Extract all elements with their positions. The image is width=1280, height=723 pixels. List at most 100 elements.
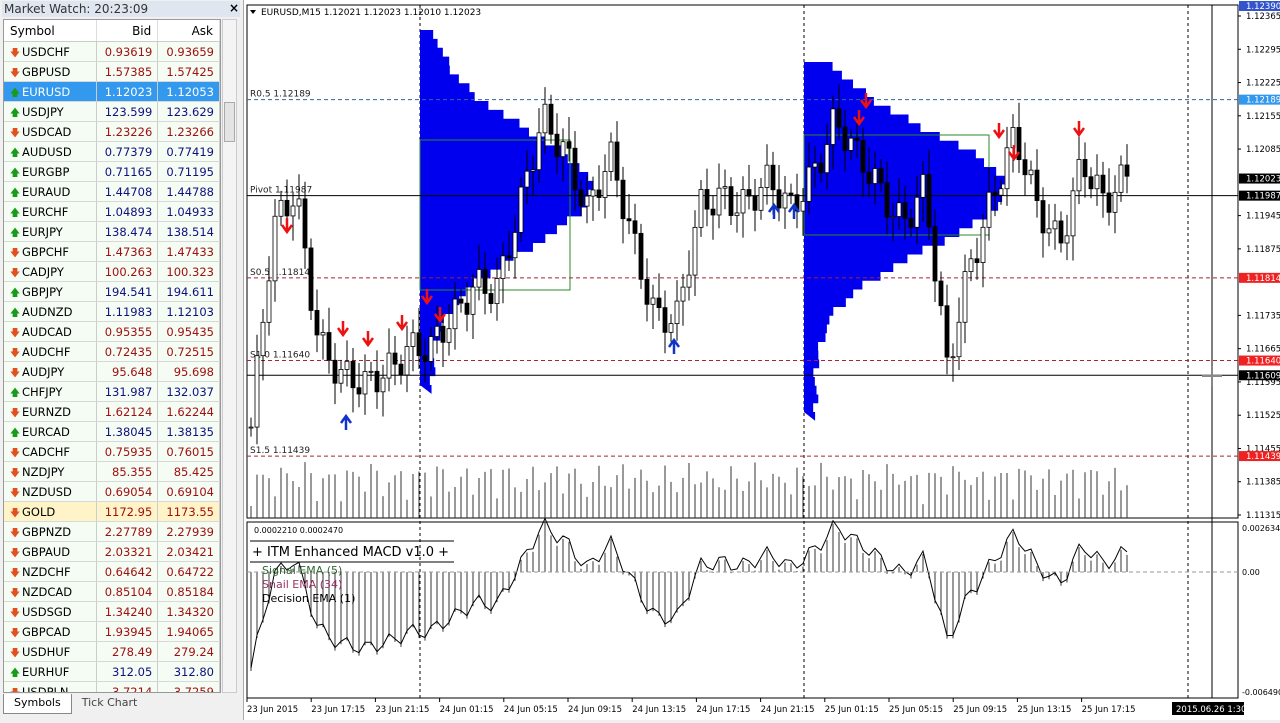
- symbol-row[interactable]: 🡇 GBPCAD 1.93945 1.94065: [4, 622, 220, 642]
- symbol-row[interactable]: 🡇 GBPCHF 1.47363 1.47433: [4, 242, 220, 262]
- candle-bear: [884, 182, 890, 218]
- candle-bull: [254, 355, 260, 428]
- candle-bull: [1046, 228, 1052, 234]
- symbol-cell: 🡇 CADCHF: [4, 442, 97, 461]
- candle-bull: [248, 426, 254, 429]
- symbol-row[interactable]: 🡇 NZDCHF 0.64642 0.64722: [4, 562, 220, 582]
- symbol-row[interactable]: 🡇 NZDCAD 0.85104 0.85184: [4, 582, 220, 602]
- candle-bull: [272, 215, 278, 282]
- candle-bull: [824, 144, 830, 174]
- symbol-row[interactable]: 🡅 EURHUF 312.05 312.80: [4, 662, 220, 682]
- symbol-row[interactable]: 🡇 GBPUSD 1.57385 1.57425: [4, 62, 220, 82]
- candle-bear: [548, 103, 554, 135]
- price-chart-window[interactable]: R0.5 1.12189 Pivot 1.11987 S0.5 1.11814 S1.…: [244, 0, 1280, 720]
- bid-cell: 1.23226: [97, 122, 159, 141]
- symbol-cell: 🡅 AUDUSD: [4, 142, 97, 161]
- symbol-row[interactable]: 🡇 CADJPY 100.263 100.323: [4, 262, 220, 282]
- symbol-name: EURUSD: [22, 85, 71, 99]
- column-symbol[interactable]: Symbol: [4, 20, 97, 41]
- symbol-row[interactable]: 🡇 EURNZD 1.62124 1.62244: [4, 402, 220, 422]
- candle-bear: [632, 220, 638, 234]
- symbol-row[interactable]: 🡇 USDHUF 278.49 279.24: [4, 642, 220, 662]
- candle-bull: [914, 196, 920, 228]
- symbol-cell: 🡇 AUDCAD: [4, 322, 97, 341]
- symbol-row[interactable]: 🡅 AUDNZD 1.11983 1.12103: [4, 302, 220, 322]
- candle-bull: [404, 346, 410, 376]
- bid-cell: 1.62124: [97, 402, 159, 421]
- symbol-row[interactable]: 🡅 EURCHF 1.04893 1.04933: [4, 202, 220, 222]
- scrollbar-thumb[interactable]: [224, 102, 235, 142]
- candle-bull: [668, 323, 674, 333]
- arrow-up-icon: 🡅: [9, 428, 21, 439]
- symbol-row[interactable]: 🡇 USDCAD 1.23226 1.23266: [4, 122, 220, 142]
- symbol-row[interactable]: 🡇 GOLD 1172.95 1173.55: [4, 502, 220, 522]
- candle-bear: [488, 293, 494, 304]
- symbol-row[interactable]: 🡅 EURAUD 1.44708 1.44788: [4, 182, 220, 202]
- symbol-row[interactable]: 🡅 EURUSD 1.12023 1.12053: [4, 82, 220, 102]
- candle-bear: [704, 189, 710, 210]
- ask-cell: 1.44788: [158, 182, 220, 201]
- bid-cell: 278.49: [97, 642, 159, 661]
- arrow-down-icon: 🡇: [9, 648, 21, 659]
- time-label: 25 Jun 17:15: [1082, 705, 1136, 715]
- symbol-cell: 🡇 CADJPY: [4, 262, 97, 281]
- bid-cell: 3.7214: [97, 682, 159, 692]
- bid-cell: 1.44708: [97, 182, 159, 201]
- tab-symbols[interactable]: Symbols: [3, 694, 72, 714]
- candle-bull: [1052, 220, 1058, 230]
- column-ask[interactable]: Ask: [158, 20, 220, 41]
- symbol-row[interactable]: 🡅 EURGBP 0.71165 0.71195: [4, 162, 220, 182]
- candle-bear: [374, 370, 380, 393]
- symbol-row[interactable]: 🡇 AUDJPY 95.648 95.698: [4, 362, 220, 382]
- price-tick-label: 1.12085: [1246, 145, 1280, 155]
- column-bid[interactable]: Bid: [97, 20, 159, 41]
- pivot-level-label: S0.5 1.11814: [250, 268, 310, 278]
- symbol-row[interactable]: 🡇 USDSGD 1.34240 1.34320: [4, 602, 220, 622]
- candle-bear: [302, 198, 308, 249]
- indicator-legend-item: Snail EMA (34): [262, 578, 342, 591]
- symbol-row[interactable]: 🡇 GBPNZD 2.27789 2.27939: [4, 522, 220, 542]
- symbol-name: USDCAD: [22, 125, 72, 139]
- candle-bull: [734, 212, 740, 216]
- ask-cell: 1.57425: [158, 62, 220, 81]
- indicator-axis-label: -0.006490: [1242, 688, 1280, 697]
- candle-bull: [518, 186, 524, 233]
- candle-bull: [758, 187, 764, 211]
- symbol-row[interactable]: 🡅 CHFJPY 131.987 132.037: [4, 382, 220, 402]
- symbol-row[interactable]: 🡇 GBPAUD 2.03321 2.03421: [4, 542, 220, 562]
- ask-cell: 1.23266: [158, 122, 220, 141]
- close-icon[interactable]: ×: [229, 1, 239, 15]
- symbol-row[interactable]: 🡅 EURJPY 138.474 138.514: [4, 222, 220, 242]
- candle-bull: [560, 141, 566, 158]
- arrow-down-icon: 🡇: [9, 348, 21, 359]
- symbol-row[interactable]: 🡇 AUDCAD 0.95355 0.95435: [4, 322, 220, 342]
- symbol-cell: 🡇 GBPCAD: [4, 622, 97, 641]
- price-tick-label: 1.11525: [1246, 411, 1280, 421]
- ask-cell: 95.698: [158, 362, 220, 381]
- candle-bull: [740, 189, 746, 214]
- symbol-row[interactable]: 🡅 AUDUSD 0.77379 0.77419: [4, 142, 220, 162]
- symbol-name: EURHUF: [22, 665, 70, 679]
- market-watch-title: Market Watch: 20:23:09: [2, 1, 240, 17]
- symbol-row[interactable]: 🡇 CADCHF 0.75935 0.76015: [4, 442, 220, 462]
- symbol-row[interactable]: 🡇 NZDUSD 0.69054 0.69104: [4, 482, 220, 502]
- scrollbar[interactable]: [222, 19, 237, 693]
- symbol-row[interactable]: 🡇 AUDCHF 0.72435 0.72515: [4, 342, 220, 362]
- candle-bear: [464, 302, 470, 315]
- tab-tick-chart[interactable]: Tick Chart: [71, 694, 148, 714]
- symbol-row[interactable]: 🡇 NZDJPY 85.355 85.425: [4, 462, 220, 482]
- time-label: 25 Jun 09:15: [953, 705, 1007, 715]
- symbol-row[interactable]: 🡅 EURCAD 1.38045 1.38135: [4, 422, 220, 442]
- candle-bear: [482, 269, 488, 294]
- candle-bear: [284, 199, 290, 217]
- bid-cell: 194.541: [97, 282, 159, 301]
- candle-bear: [626, 218, 632, 222]
- symbol-row[interactable]: 🡅 USDJPY 123.599 123.629: [4, 102, 220, 122]
- symbol-row[interactable]: 🡇 USDCHF 0.93619 0.93659: [4, 42, 220, 62]
- ask-cell: 1.34320: [158, 602, 220, 621]
- bid-cell: 131.987: [97, 382, 159, 401]
- symbol-row[interactable]: 🡅 GBPJPY 194.541 194.611: [4, 282, 220, 302]
- symbol-row[interactable]: 🡇USDPLN3.72143.7259: [4, 682, 220, 692]
- symbol-name: EURCHF: [22, 205, 69, 219]
- candle-bull: [1010, 127, 1016, 149]
